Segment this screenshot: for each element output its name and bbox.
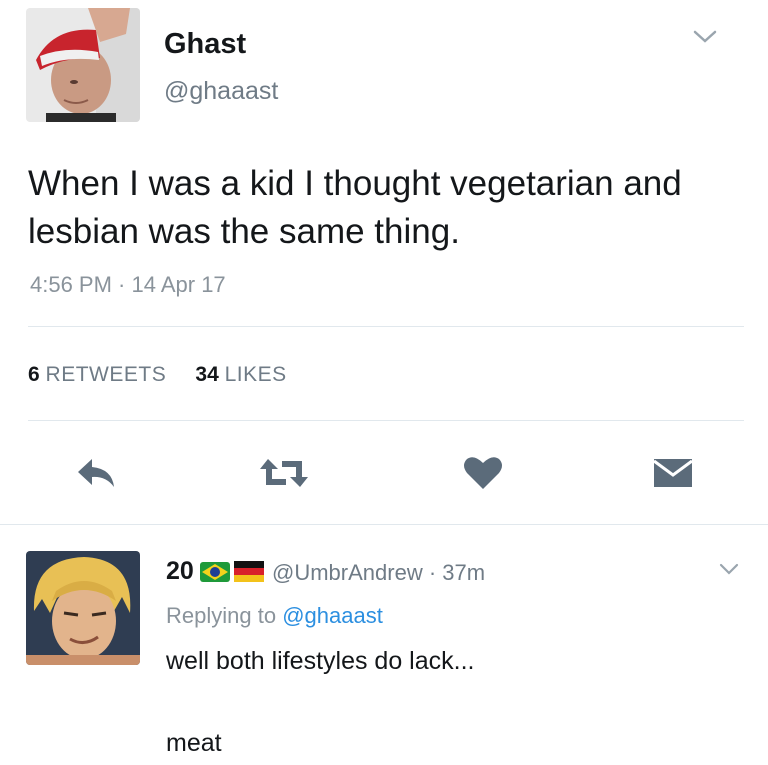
retweets-count: 6 [28, 363, 40, 386]
divider [28, 420, 744, 421]
likes-stat[interactable]: 34 LIKES [195, 363, 286, 386]
likes-count: 34 [195, 363, 219, 386]
tweet-timestamp[interactable]: 4:56 PM · 14 Apr 17 [30, 272, 226, 298]
divider [28, 326, 744, 327]
heart-icon [464, 457, 502, 489]
replying-to: Replying to @ghaaast [166, 603, 383, 629]
author-avatar[interactable] [26, 8, 140, 122]
replying-mention-link[interactable]: @ghaaast [282, 603, 383, 628]
tweet-text-line: lesbian was the same thing. [28, 212, 460, 251]
tweet-text-line: When I was a kid I thought vegetarian an… [28, 164, 682, 203]
retweets-stat[interactable]: 6 RETWEETS [28, 363, 166, 386]
author-handle[interactable]: @ghaaast [164, 77, 278, 106]
brazil-flag-icon [200, 562, 230, 582]
reply-icon [78, 459, 114, 487]
replying-prefix: Replying to [166, 603, 277, 628]
tweet-stats: 6 RETWEETS 34 LIKES [28, 363, 287, 387]
flag-emojis [200, 558, 266, 589]
author-display-name[interactable]: Ghast [164, 28, 246, 61]
retweet-icon [260, 459, 308, 487]
message-icon [653, 459, 693, 487]
avatar-image [26, 8, 140, 122]
direct-message-button[interactable] [652, 455, 694, 491]
chevron-down-icon[interactable] [718, 562, 740, 577]
reply-display-name[interactable]: 20 [166, 557, 194, 586]
chevron-down-icon[interactable] [692, 28, 718, 46]
tweet-text: When I was a kid I thought vegetarian an… [28, 160, 748, 256]
reply-author-avatar[interactable] [26, 551, 140, 665]
germany-flag-icon [234, 561, 264, 582]
likes-label: LIKES [224, 363, 287, 386]
reply-text-line: well both lifestyles do lack... [166, 647, 475, 675]
like-button[interactable] [462, 455, 504, 491]
retweets-label: RETWEETS [45, 363, 167, 386]
avatar-image [26, 551, 140, 665]
separator [0, 524, 768, 525]
reply-text-line: meat [166, 729, 222, 757]
retweet-button[interactable] [258, 455, 310, 491]
reply-button[interactable] [76, 455, 118, 491]
reply-handle-time[interactable]: @UmbrAndrew · 37m [272, 560, 485, 586]
